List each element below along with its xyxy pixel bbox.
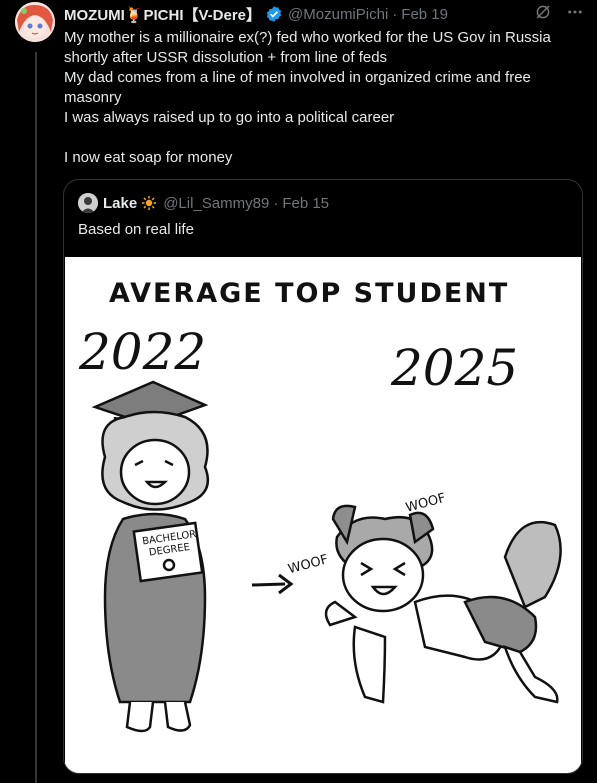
verified-badge-icon	[265, 5, 283, 23]
quoted-author-handle[interactable]: @Lil_Sammy89	[163, 195, 269, 212]
separator-dot: ·	[273, 194, 279, 212]
tweet-text-line	[64, 128, 584, 148]
sun-icon	[141, 195, 157, 211]
quoted-author-avatar[interactable]	[78, 193, 98, 213]
separator-dot: ·	[392, 5, 398, 23]
comic-title: AVERAGE TOP STUDENT	[109, 278, 509, 309]
author-avatar-image	[15, 2, 55, 42]
tweet[interactable]: MOZUMI🍹PICHI【V-Dere】 @MozumiPichi · Feb …	[64, 0, 584, 168]
tweet-text-line: My dad comes from a line of men involved…	[64, 69, 531, 86]
tweet-text-line: My mother is a millionaire ex(?) fed who…	[64, 29, 551, 46]
author-avatar[interactable]	[15, 2, 55, 42]
tweet-date[interactable]: Feb 19	[401, 6, 448, 23]
comic-year-right: 2025	[390, 339, 518, 397]
tweet-header: MOZUMI🍹PICHI【V-Dere】 @MozumiPichi · Feb …	[64, 0, 584, 28]
quoted-author-name[interactable]: Lake	[103, 195, 137, 212]
author-handle[interactable]: @MozumiPichi	[288, 6, 388, 23]
tweet-header-actions	[534, 3, 584, 21]
dog-person-figure	[324, 504, 562, 704]
tweet-text-line: shortly after USSR dissolution + from li…	[64, 49, 388, 66]
comic-image[interactable]: AVERAGE TOP STUDENT 2022 2025 BACHELOR D…	[65, 257, 581, 773]
grok-icon[interactable]	[534, 3, 552, 21]
quoted-tweet-date[interactable]: Feb 15	[282, 195, 329, 212]
author-name[interactable]: MOZUMI🍹PICHI【V-Dere】	[64, 4, 261, 25]
comic-year-left: 2022	[78, 323, 206, 381]
tweet-text: My mother is a millionaire ex(?) fed who…	[64, 28, 584, 168]
thread-line	[35, 52, 37, 783]
tweet-text-line: masonry	[64, 89, 122, 106]
more-icon[interactable]	[566, 3, 584, 21]
quoted-tweet[interactable]: Lake @Lil_Sammy89 · Feb 15 Based on real…	[63, 179, 583, 774]
tweet-text-line: I now eat soap for money	[64, 149, 233, 166]
quoted-tweet-text: Based on real life	[78, 221, 194, 238]
woof-text-right: WOOF	[404, 491, 447, 516]
tweet-text-line: I was always raised up to go into a poli…	[64, 109, 395, 126]
quoted-tweet-header: Lake @Lil_Sammy89 · Feb 15	[78, 193, 329, 213]
arrow-icon	[251, 573, 294, 595]
woof-text-left: WOOF	[287, 552, 330, 577]
